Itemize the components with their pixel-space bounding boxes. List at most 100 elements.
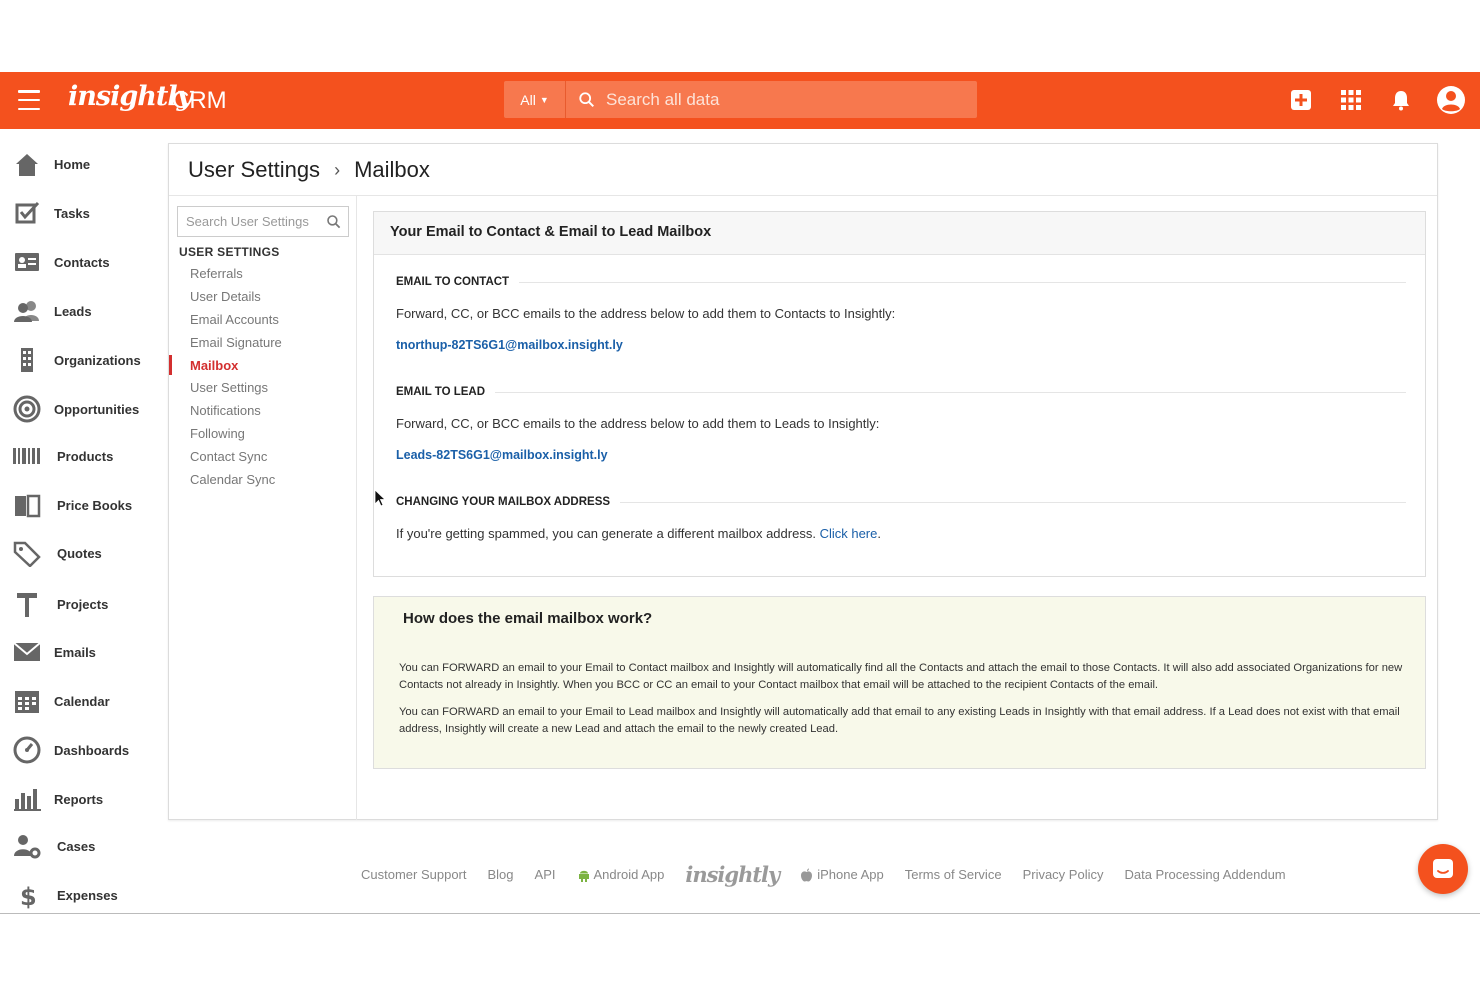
sidebar-item-label: Home [54,156,91,172]
footer-link-dpa[interactable]: Data Processing Addendum [1124,867,1285,882]
divider [519,281,1406,283]
change-mailbox-text: If you're getting spammed, you can gener… [396,526,816,541]
price-books-icon [15,494,41,518]
footer-link-api[interactable]: API [535,867,556,882]
settings-nav-heading: USER SETTINGS [179,245,280,259]
add-new-icon[interactable] [1290,89,1312,111]
active-indicator [169,355,172,375]
search-icon [579,91,595,107]
sidebar-item-label: Organizations [54,352,141,368]
top-bar: insightly CRM All ▼ [0,72,1480,129]
footer-link-terms[interactable]: Terms of Service [905,867,1002,882]
sidebar-item-quotes[interactable]: Quotes [12,539,102,567]
dashboards-icon [13,736,41,764]
settings-link-email-accounts[interactable]: Email Accounts [190,312,279,327]
sidebar-item-price-books[interactable]: Price Books [12,491,132,519]
sidebar-item-emails[interactable]: Emails [12,638,96,666]
settings-link-email-signature[interactable]: Email Signature [190,335,282,350]
email-to-lead-address[interactable]: Leads-82TS6G1@mailbox.insight.ly [396,448,608,462]
bell-icon[interactable] [1390,89,1412,111]
sidebar-item-label: Cases [57,838,96,854]
panel-header: User Settings › Mailbox [169,144,1437,196]
organizations-icon [21,348,33,372]
section-heading-text: CHANGING YOUR MAILBOX ADDRESS [396,496,611,508]
sidebar-item-products[interactable]: Products [12,442,113,470]
sidebar-item-tasks[interactable]: Tasks [12,199,90,227]
settings-link-following[interactable]: Following [190,426,245,441]
footer: Customer Support Blog API Android App in… [361,862,1307,887]
sidebar-item-dashboards[interactable]: Dashboards [12,736,129,764]
global-search: All ▼ [504,81,977,118]
tasks-icon [15,201,40,224]
settings-link-referrals[interactable]: Referrals [190,266,243,281]
user-avatar-icon[interactable] [1436,85,1466,115]
chat-icon [1433,859,1453,878]
search-scope-label: All [520,91,536,108]
settings-panel: User Settings › Mailbox USER SETTINGS Re… [168,143,1438,820]
hamburger-menu-icon[interactable] [18,90,40,110]
cases-icon [14,835,41,859]
email-to-lead-text: Forward, CC, or BCC emails to the addres… [396,416,880,431]
footer-link-blog[interactable]: Blog [488,867,514,882]
divider [620,501,1406,503]
settings-link-contact-sync[interactable]: Contact Sync [190,449,267,464]
sidebar-item-label: Opportunities [54,401,140,417]
footer-link-iphone[interactable]: iPhone App [800,867,884,882]
sidebar-item-label: Quotes [57,545,102,561]
section-heading-text: EMAIL TO LEAD [396,386,486,398]
sidebar-item-contacts[interactable]: Contacts [12,248,110,276]
settings-search-input[interactable] [178,214,326,229]
sidebar-item-organizations[interactable]: Organizations [12,346,141,374]
click-here-link[interactable]: Click here [820,526,878,541]
sidebar-item-calendar[interactable]: Calendar [12,687,110,715]
change-mailbox-heading: CHANGING YOUR MAILBOX ADDRESS [396,496,1406,508]
settings-link-user-details[interactable]: User Details [190,289,261,304]
footer-link-android[interactable]: Android App [577,867,665,882]
settings-link-calendar-sync[interactable]: Calendar Sync [190,472,275,487]
mouse-cursor-icon [374,489,386,507]
change-mailbox-text-row: If you're getting spammed, you can gener… [396,526,881,541]
settings-link-mailbox[interactable]: Mailbox [190,358,238,373]
search-icon[interactable] [326,214,342,230]
sidebar-item-projects[interactable]: Projects [12,590,108,618]
sidebar-item-label: Price Books [57,497,133,513]
android-icon [578,870,589,882]
settings-link-notifications[interactable]: Notifications [190,403,261,418]
caret-down-icon: ▼ [539,94,549,105]
opportunities-icon [13,395,41,423]
search-scope-dropdown[interactable]: All ▼ [504,81,566,118]
footer-android-label: Android App [593,867,665,882]
sidebar-item-label: Reports [54,791,104,807]
home-icon [16,154,38,176]
sidebar-item-label: Contacts [54,254,110,270]
sidebar-item-home[interactable]: Home [12,150,90,178]
sidebar-item-leads[interactable]: Leads [12,297,92,325]
footer-iphone-label: iPhone App [817,867,884,882]
how-it-works-title: How does the email mailbox work? [403,610,653,627]
breadcrumb-parent[interactable]: User Settings [188,157,320,183]
page-title: Mailbox [354,157,430,182]
footer-link-support[interactable]: Customer Support [361,867,467,882]
reports-icon [14,789,41,811]
settings-link-user-settings[interactable]: User Settings [190,380,268,395]
global-search-input[interactable] [606,81,977,118]
footer-link-privacy[interactable]: Privacy Policy [1023,867,1104,882]
how-it-works-paragraph: You can FORWARD an email to your Email t… [399,706,1400,735]
sidebar-item-opportunities[interactable]: Opportunities [12,395,139,423]
expenses-icon: $ [20,883,37,909]
footer-logo[interactable]: insightly [685,862,780,887]
breadcrumb: User Settings › Mailbox [188,157,430,183]
how-it-works-card: How does the email mailbox work? You can… [373,596,1426,769]
sidebar-item-label: Projects [57,596,109,612]
sidebar-item-cases[interactable]: Cases [12,832,95,860]
projects-icon [17,593,37,617]
sidebar-item-label: Expenses [57,887,118,903]
settings-search [177,206,349,237]
chat-launcher-button[interactable] [1418,844,1468,894]
email-to-contact-address[interactable]: tnorthup-82TS6G1@mailbox.insight.ly [396,338,623,352]
sidebar-item-expenses[interactable]: $ Expenses [12,881,118,909]
sidebar-item-reports[interactable]: Reports [12,785,103,813]
app-grid-icon[interactable] [1340,89,1362,111]
divider [495,391,1406,393]
sidebar-item-label: Tasks [54,205,90,221]
